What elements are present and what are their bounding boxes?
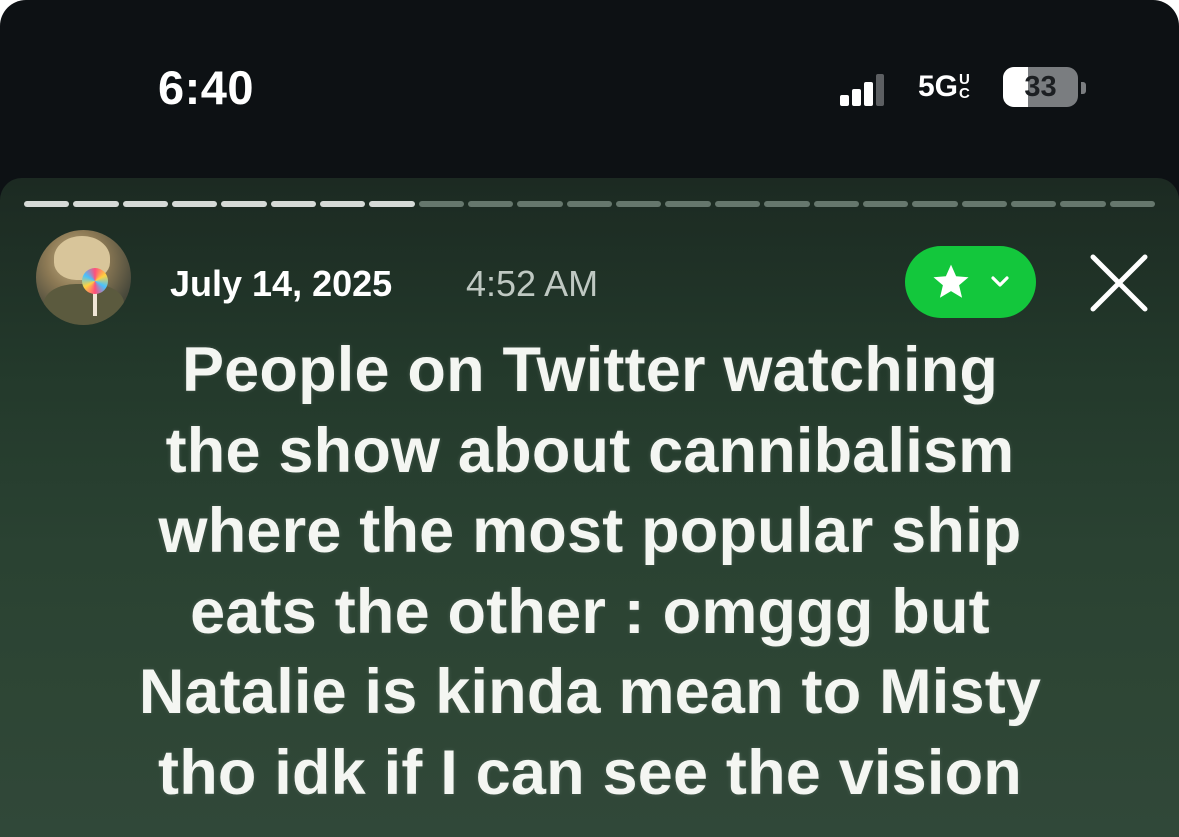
story-progress-segment xyxy=(418,201,465,207)
caption-line: eats the other : omggg but xyxy=(190,576,990,647)
story-progress-segment xyxy=(1010,201,1057,207)
network-label: 5G xyxy=(918,70,959,103)
caption-line: Natalie is kinda mean to Misty xyxy=(138,657,1042,727)
caption-line: People on Twitter watching xyxy=(181,335,999,405)
star-icon xyxy=(933,264,969,298)
story-progress-segment xyxy=(122,201,169,207)
story-progress-segment xyxy=(665,201,711,207)
status-time: 6:40 xyxy=(158,61,255,114)
story-progress-segment xyxy=(24,201,70,207)
favorite-button[interactable] xyxy=(905,246,1036,318)
story-progress-segment xyxy=(517,201,563,207)
story-time: 4:52 AM xyxy=(466,263,599,304)
story-progress-segment xyxy=(1109,201,1155,207)
close-icon xyxy=(1090,254,1148,312)
story-progress-segment xyxy=(912,201,958,207)
close-button[interactable] xyxy=(1088,252,1150,314)
battery-percent: 33 xyxy=(1024,71,1057,103)
story-progress-segment xyxy=(221,201,267,207)
avatar[interactable] xyxy=(36,230,131,325)
story-progress-segment xyxy=(320,201,366,207)
story-progress-segment xyxy=(764,201,810,207)
story-progress-segment xyxy=(813,201,859,207)
network-suffix-bottom: C xyxy=(959,85,970,102)
story-progress-segment xyxy=(616,201,662,207)
chevron-down-icon xyxy=(991,276,1009,287)
network-type-indicator: 5G U C xyxy=(918,70,970,106)
battery-cap xyxy=(1081,82,1086,94)
caption-line: the show about cannibalism xyxy=(165,415,1015,486)
caption-line: where the most popular ship xyxy=(158,496,1022,566)
caption-line: tho idk if I can see the vision xyxy=(158,737,1022,808)
story-progress-segment xyxy=(172,201,218,207)
story-viewer[interactable]: July 14, 2025 4:52 AM People on Twitter … xyxy=(0,178,1179,837)
story-date: July 14, 2025 xyxy=(170,263,393,304)
story-caption: People on Twitter watching the show abou… xyxy=(70,330,1110,813)
story-progress-segment xyxy=(961,201,1007,207)
story-progress-segment xyxy=(862,201,909,207)
battery-icon: 33 xyxy=(1003,67,1078,107)
network-suffix: U C xyxy=(959,72,970,102)
cellular-signal-icon xyxy=(840,72,884,106)
story-progress-bar xyxy=(24,201,1155,207)
story-progress-segment xyxy=(566,201,613,207)
story-progress-segment xyxy=(73,201,119,207)
story-progress-segment xyxy=(369,201,415,207)
story-progress-segment xyxy=(714,201,761,207)
story-progress-segment xyxy=(468,201,514,207)
phone-screen: 6:40 5G U C 33 July 14, 2025 4:52 AM Peo… xyxy=(0,0,1179,837)
story-progress-segment xyxy=(1060,201,1106,207)
story-progress-segment xyxy=(270,201,317,207)
